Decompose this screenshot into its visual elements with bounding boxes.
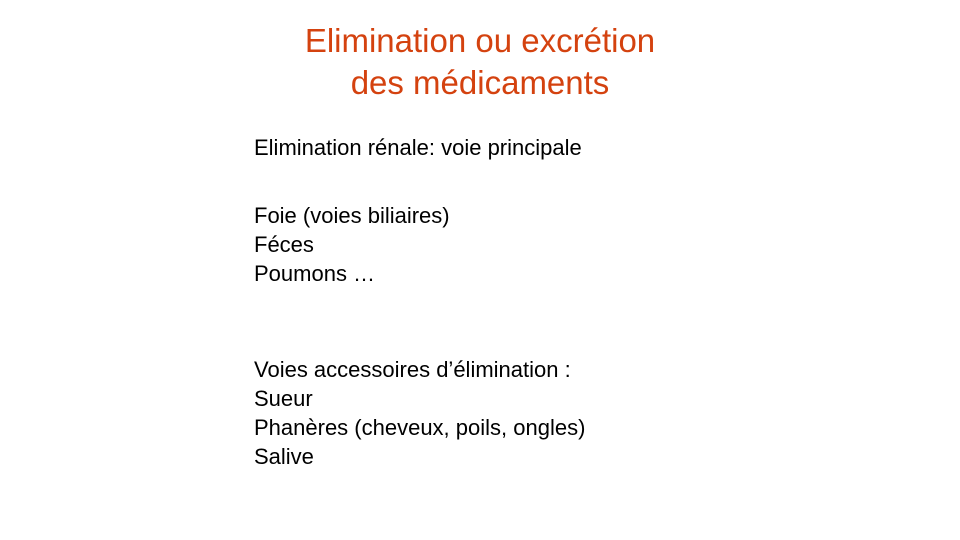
list-item: Sueur [254, 386, 313, 411]
list-item: Phanères (cheveux, poils, ongles) [254, 415, 586, 440]
slide: Elimination ou excrétion des médicaments… [0, 0, 960, 540]
primary-route-text: Elimination rénale: voie principale [254, 135, 582, 160]
slide-title: Elimination ou excrétion des médicaments [0, 20, 960, 104]
list-item: Poumons … [254, 261, 376, 286]
slide-body: Elimination rénale: voie principale Foie… [254, 133, 914, 471]
list-item: Salive [254, 444, 314, 469]
title-line-2: des médicaments [350, 64, 610, 101]
list-item: Féces [254, 232, 314, 257]
title-line-1: Elimination ou excrétion [304, 22, 656, 59]
list-item: Foie (voies biliaires) [254, 203, 450, 228]
accessory-heading: Voies accessoires d’élimination : [254, 357, 571, 382]
